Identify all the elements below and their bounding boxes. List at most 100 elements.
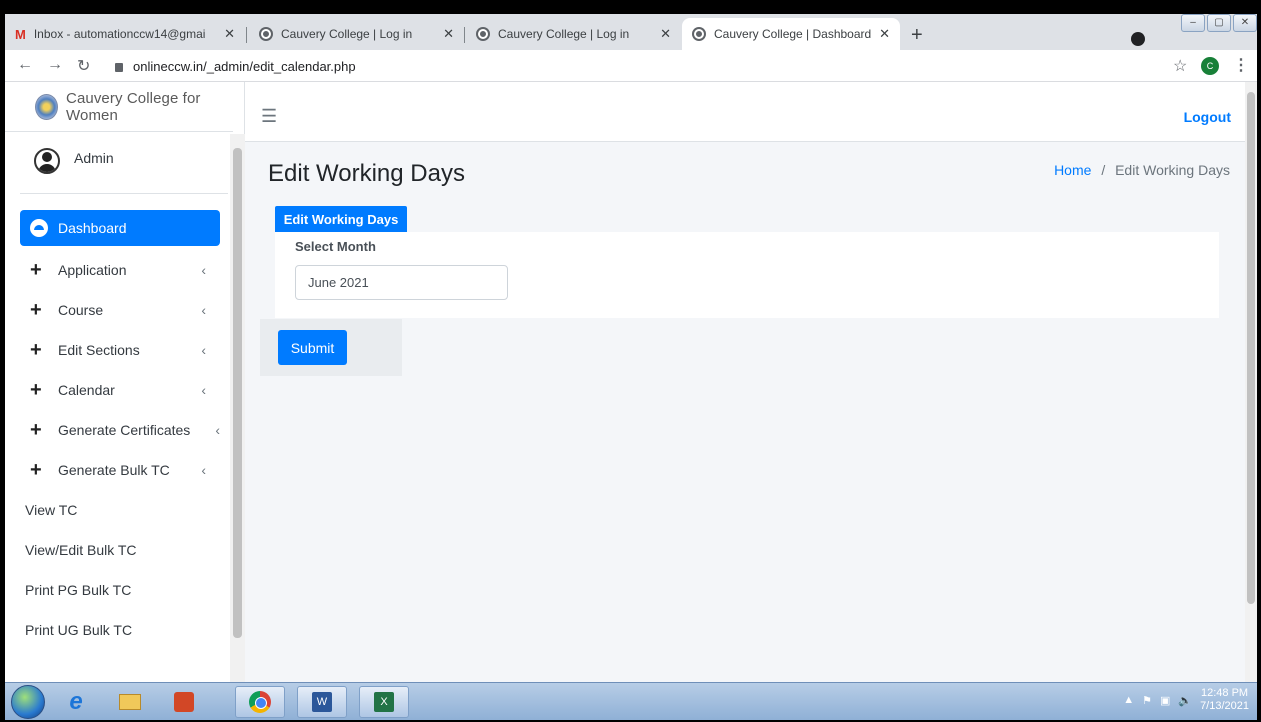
ie-icon: e: [69, 688, 83, 715]
maximize-button[interactable]: ▢: [1207, 14, 1231, 32]
system-tray: ▲ ⚑ ▣ 🔈 12:48 PM 7/13/2021: [1123, 687, 1249, 713]
tab-separator: [464, 27, 465, 43]
clock[interactable]: 12:48 PM 7/13/2021: [1200, 687, 1249, 713]
sidebar-item-label: Course: [58, 302, 104, 318]
tab-dashboard[interactable]: Cauvery College | Dashboard ✕: [682, 18, 900, 50]
clock-time: 12:48 PM: [1200, 687, 1249, 699]
user-name[interactable]: Admin: [74, 150, 114, 166]
sidebar-item-label: Dashboard: [58, 220, 127, 236]
sidebar: Cauvery College for Women Admin Dashboar…: [5, 82, 245, 682]
globe-icon: [692, 27, 706, 41]
breadcrumb-home[interactable]: Home: [1054, 162, 1091, 178]
sidebar-item-label: Calendar: [58, 382, 115, 398]
sidebar-item-print-pg-bulk-tc[interactable]: Print PG Bulk TC: [20, 570, 220, 610]
address-bar[interactable]: onlineccw.in/_admin/edit_calendar.php: [115, 54, 356, 78]
main-header: ☰ Logout: [245, 82, 1245, 142]
sidebar-item-print-ug-bulk-tc[interactable]: Print UG Bulk TC: [20, 610, 220, 650]
user-icon: [34, 148, 60, 174]
sidebar-item-course[interactable]: + Course ‹: [20, 290, 220, 330]
windows-taskbar: e W X ▲ ⚑ ▣ 🔈 12:48 PM 7/13/2021: [5, 682, 1257, 720]
taskbar-ie[interactable]: e: [51, 686, 101, 718]
sidebar-item-label: Generate Bulk TC: [58, 462, 170, 478]
menu-icon[interactable]: ⋮: [1233, 55, 1249, 75]
breadcrumb-separator: /: [1101, 162, 1106, 178]
globe-icon: [259, 27, 273, 41]
chevron-left-icon: ‹: [201, 342, 206, 358]
action-center-icon[interactable]: ⚑: [1142, 694, 1152, 707]
tray-expand-icon[interactable]: ▲: [1123, 694, 1134, 706]
back-icon[interactable]: ←: [17, 56, 33, 76]
browser-tab-strip: M Inbox - automationccw14@gmai ✕ Cauvery…: [5, 14, 1257, 50]
minimize-button[interactable]: –: [1181, 14, 1205, 32]
chrome-icon: [249, 691, 271, 713]
sidebar-item-application[interactable]: + Application ‹: [20, 250, 220, 290]
chevron-left-icon: ‹: [201, 382, 206, 398]
url-text: onlineccw.in/_admin/edit_calendar.php: [133, 58, 356, 74]
profile-avatar[interactable]: C: [1201, 57, 1219, 75]
chevron-left-icon: ‹: [201, 462, 206, 478]
sidebar-item-generate-bulk-tc[interactable]: + Generate Bulk TC ‹: [20, 450, 220, 490]
dashboard-icon: [30, 219, 48, 237]
sidebar-item-view-tc[interactable]: View TC: [20, 490, 220, 530]
tab-title: Cauvery College | Log in: [281, 27, 413, 41]
tab-title: Cauvery College | Dashboard: [714, 27, 872, 41]
college-logo: [35, 93, 59, 120]
sidebar-item-dashboard[interactable]: Dashboard: [20, 210, 220, 246]
sidebar-item-label: Print PG Bulk TC: [25, 582, 132, 598]
chevron-left-icon: ‹: [215, 422, 220, 438]
sidebar-item-label: Edit Sections: [58, 342, 140, 358]
user-panel[interactable]: Admin: [20, 134, 228, 194]
sidebar-item-calendar[interactable]: + Calendar ‹: [20, 370, 220, 410]
screen: M Inbox - automationccw14@gmai ✕ Cauvery…: [0, 0, 1261, 722]
tab-login-2[interactable]: Cauvery College | Log in ✕: [466, 18, 681, 50]
select-month-label: Select Month: [295, 239, 376, 254]
plus-icon: +: [30, 458, 42, 481]
logout-link[interactable]: Logout: [1184, 109, 1231, 125]
card-title-tab: Edit Working Days: [275, 206, 407, 232]
taskbar-explorer[interactable]: [105, 686, 155, 718]
tab-login-1[interactable]: Cauvery College | Log in ✕: [249, 18, 464, 50]
volume-icon[interactable]: 🔈: [1178, 694, 1192, 707]
reload-icon[interactable]: ↻: [77, 56, 90, 76]
close-icon[interactable]: ✕: [443, 26, 454, 42]
hamburger-icon[interactable]: ☰: [261, 106, 277, 127]
close-window-button[interactable]: ✕: [1233, 14, 1257, 32]
gmail-icon: M: [15, 26, 26, 42]
window-controls: – ▢ ✕: [1181, 14, 1257, 32]
taskbar-word[interactable]: W: [297, 686, 347, 718]
sidebar-item-generate-certificates[interactable]: + Generate Certificates ‹: [20, 410, 220, 450]
word-icon: W: [312, 692, 332, 712]
plus-icon: +: [30, 298, 42, 321]
lock-icon: [115, 62, 123, 72]
breadcrumb-current: Edit Working Days: [1115, 162, 1230, 178]
new-tab-button[interactable]: +: [911, 24, 923, 47]
sidebar-item-edit-sections[interactable]: + Edit Sections ‹: [20, 330, 220, 370]
start-button[interactable]: [11, 685, 45, 719]
powerpoint-icon: [174, 692, 194, 712]
taskbar-powerpoint[interactable]: [159, 686, 209, 718]
star-icon[interactable]: ☆: [1173, 56, 1187, 76]
brand-text: Cauvery College for Women: [66, 89, 201, 124]
sidebar-scrollbar-thumb[interactable]: [233, 148, 242, 638]
plus-icon: +: [30, 418, 42, 441]
close-icon[interactable]: ✕: [224, 26, 235, 42]
tab-title: Cauvery College | Log in: [498, 27, 630, 41]
close-icon[interactable]: ✕: [660, 26, 671, 42]
submit-button[interactable]: Submit: [278, 330, 347, 365]
brand-link[interactable]: Cauvery College for Women: [5, 82, 233, 132]
clock-date: 7/13/2021: [1200, 700, 1249, 712]
globe-icon: [476, 27, 490, 41]
tab-separator: [246, 27, 247, 43]
plus-icon: +: [30, 378, 42, 401]
page-scrollbar-thumb[interactable]: [1247, 92, 1255, 604]
tab-gmail[interactable]: M Inbox - automationccw14@gmai ✕: [5, 18, 245, 50]
taskbar-excel[interactable]: X: [359, 686, 409, 718]
taskbar-chrome[interactable]: [235, 686, 285, 718]
sidebar-item-view-edit-bulk-tc[interactable]: View/Edit Bulk TC: [20, 530, 220, 570]
month-input[interactable]: June 2021: [295, 265, 508, 300]
browser-toolbar: ← → ↻ onlineccw.in/_admin/edit_calendar.…: [5, 50, 1257, 82]
tab-search-icon[interactable]: [1131, 32, 1145, 46]
network-icon[interactable]: ▣: [1160, 694, 1170, 707]
close-icon[interactable]: ✕: [879, 26, 890, 42]
forward-icon[interactable]: →: [47, 56, 63, 76]
